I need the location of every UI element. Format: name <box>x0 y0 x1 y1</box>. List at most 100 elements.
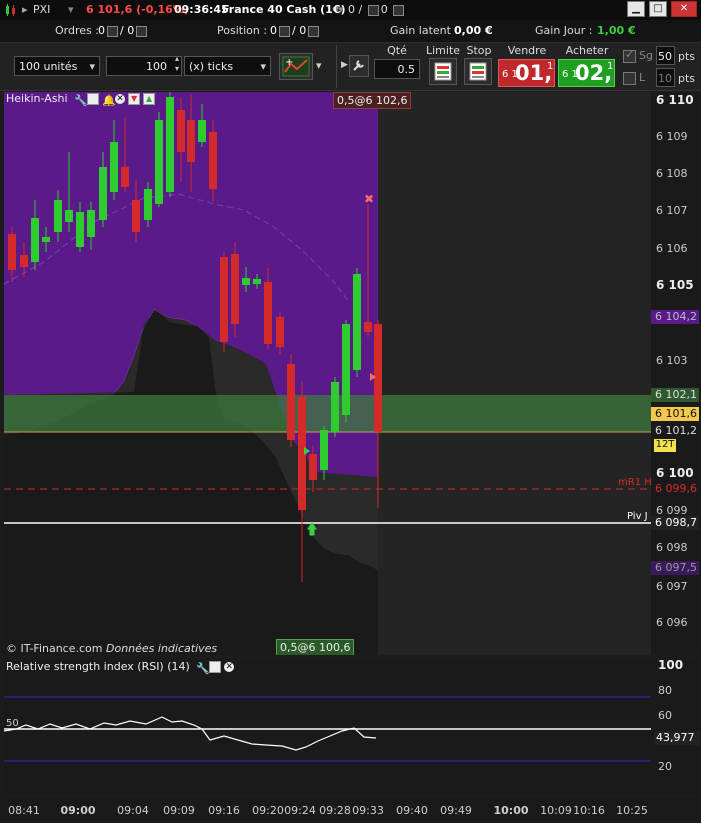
time-tick: 09:00 <box>60 804 95 817</box>
candle-body <box>65 210 73 222</box>
rsi-tick: 60 <box>658 709 672 722</box>
quantity-input[interactable]: 0.5 <box>374 59 420 79</box>
candle-body <box>110 142 118 192</box>
candle-body <box>309 454 317 480</box>
limit-checkbox[interactable] <box>623 72 636 85</box>
price-zone <box>4 395 651 432</box>
quantity-label: Qté <box>387 44 407 57</box>
candle-body <box>8 234 16 270</box>
order-toolbar: 100 unités ▾ 100 ▴ ▾ (x) ticks ▾ + ▾ ▶ Qt… <box>0 43 701 91</box>
units-select[interactable]: 100 unités ▾ <box>14 56 100 76</box>
candle-body <box>220 257 228 342</box>
bottom-order-badge[interactable]: 0,5@6 100,6 <box>276 639 355 655</box>
candle-body <box>76 212 84 247</box>
maximize-button[interactable]: □ <box>649 1 667 17</box>
candle-body <box>364 322 372 332</box>
order-box-icon[interactable] <box>393 4 405 16</box>
chevron-down-icon[interactable]: ▾ <box>316 59 322 72</box>
price-axis[interactable]: 6 110 6 109 6 108 6 107 6 106 6 105 6 10… <box>651 92 701 655</box>
gear-icon[interactable] <box>136 25 148 37</box>
time-tick: 09:20 <box>252 804 284 817</box>
stop-order-button[interactable] <box>464 58 492 85</box>
strategy-icon: + <box>282 56 310 77</box>
time-tick: 09:40 <box>396 804 428 817</box>
close-panel-icon[interactable]: ✕ <box>115 94 126 104</box>
arrow-right-icon[interactable]: ▶ <box>341 60 348 70</box>
candle-chart[interactable]: ✖ mR1 H Piv J <box>4 92 651 655</box>
window-icon[interactable] <box>87 93 100 105</box>
move-down-icon[interactable]: ▼ <box>128 93 141 105</box>
cancel-orders-icon[interactable] <box>107 25 118 37</box>
buy-button[interactable]: 6 1 02, 1 <box>558 59 615 87</box>
time-tick: 08:41 <box>8 804 40 817</box>
chevron-down-icon[interactable]: ▾ <box>68 3 74 16</box>
price-tick: 6 103 <box>656 354 688 367</box>
day-gain-label: Gain Jour : <box>535 24 593 37</box>
stop-order-icon <box>469 62 487 81</box>
candles-icon <box>6 4 15 16</box>
candle-body <box>42 237 50 242</box>
ticks-quantity-input[interactable]: 100 ▴ ▾ <box>106 54 182 76</box>
instrument-name: France 40 Cash (1€) <box>222 3 346 16</box>
time-tick: 09:24 <box>284 804 316 817</box>
close-marker-icon[interactable]: ✖ <box>364 192 374 206</box>
close-position-icon[interactable] <box>279 25 290 37</box>
time-axis[interactable]: 08:41 09:00 09:04 09:09 09:16 09:20 09:24 09:28… <box>0 797 701 820</box>
pts-label: pts <box>678 50 696 63</box>
stop-guarantee-checkbox[interactable]: ✓ <box>623 48 636 63</box>
wrench-icon[interactable]: 🔧 <box>74 94 88 107</box>
minimize-button[interactable]: ▁ <box>627 1 645 17</box>
cloud-low-tag: 6 097,5 <box>651 561 699 575</box>
order-box-icon[interactable] <box>367 4 379 16</box>
settings-button[interactable] <box>349 55 369 77</box>
stepper-icon[interactable]: ▴ ▾ <box>175 54 179 74</box>
rsi-panel[interactable]: 50 Relative strength index (RSI) (14) 🔧 ✕ <box>4 658 651 795</box>
sell-button[interactable]: 6 1 01, 1 <box>498 59 555 87</box>
price-chart[interactable]: ✖ mR1 H Piv J Heikin-Ashi 🔧 🔔✕ ▼ ▲ 0,5@6 10… <box>4 92 651 655</box>
candle-body <box>177 110 185 152</box>
frac-left: 0 / 0 <box>348 3 406 16</box>
position-label: Position : <box>217 24 268 37</box>
price-tick: 6 107 <box>656 204 688 217</box>
price-tick: 6 097 <box>656 580 688 593</box>
rsi-tick: 80 <box>658 684 672 697</box>
clock-time: 09:36:45 <box>174 3 229 16</box>
candle-body <box>121 167 129 187</box>
candle-body <box>374 324 382 432</box>
ticks-select[interactable]: (x) ticks ▾ <box>184 56 271 76</box>
move-up-icon[interactable]: ▲ <box>143 93 156 105</box>
latent-gain-value: 0,00 € <box>454 24 493 37</box>
disclaimer-text: Données indicatives <box>106 642 218 655</box>
price-tick: 6 098 <box>656 541 688 554</box>
rsi-chart[interactable]: 50 <box>4 658 651 795</box>
chevron-down-icon: ▾ <box>260 60 266 73</box>
candle-body <box>155 120 163 204</box>
time-tick: 10:25 <box>616 804 648 817</box>
sg-points-input[interactable]: 50 <box>656 46 675 65</box>
close-button[interactable]: ✕ <box>671 1 697 17</box>
limit-points-input[interactable]: 10 <box>656 68 675 87</box>
chart-title: Heikin-Ashi <box>6 92 68 105</box>
rsi-value-tag: 43,977 <box>654 731 700 745</box>
candle-body <box>253 279 261 284</box>
price-tick: 6 100 <box>656 466 694 480</box>
limit-order-button[interactable] <box>429 58 457 85</box>
candle-body <box>166 97 174 192</box>
window-icon[interactable] <box>209 661 222 673</box>
top-order-badge[interactable]: 0,5@6 102,6 <box>333 92 412 109</box>
title-bar: ▸ PXI ▾ 6 101,6 (-0,16%) 09:36:45 France… <box>0 0 701 20</box>
bell-icon[interactable]: 🔔 <box>102 94 116 107</box>
strategy-button[interactable]: + <box>279 53 313 80</box>
chevron-down-icon: ▾ <box>89 60 95 73</box>
candle-body <box>99 167 107 220</box>
gear-icon[interactable] <box>308 25 320 37</box>
close-panel-icon[interactable]: ✕ <box>224 662 235 672</box>
last-price-tag: 6 101,6 <box>651 407 699 421</box>
candle-body <box>132 200 140 232</box>
pts-label: pts <box>678 72 696 85</box>
candle-body <box>264 282 272 344</box>
chevron-down-icon[interactable]: ▾ <box>338 3 344 16</box>
wrench-icon[interactable]: 🔧 <box>196 662 210 675</box>
menu-arrow-icon[interactable]: ▸ <box>22 3 28 16</box>
price-tick: 6 108 <box>656 167 688 180</box>
